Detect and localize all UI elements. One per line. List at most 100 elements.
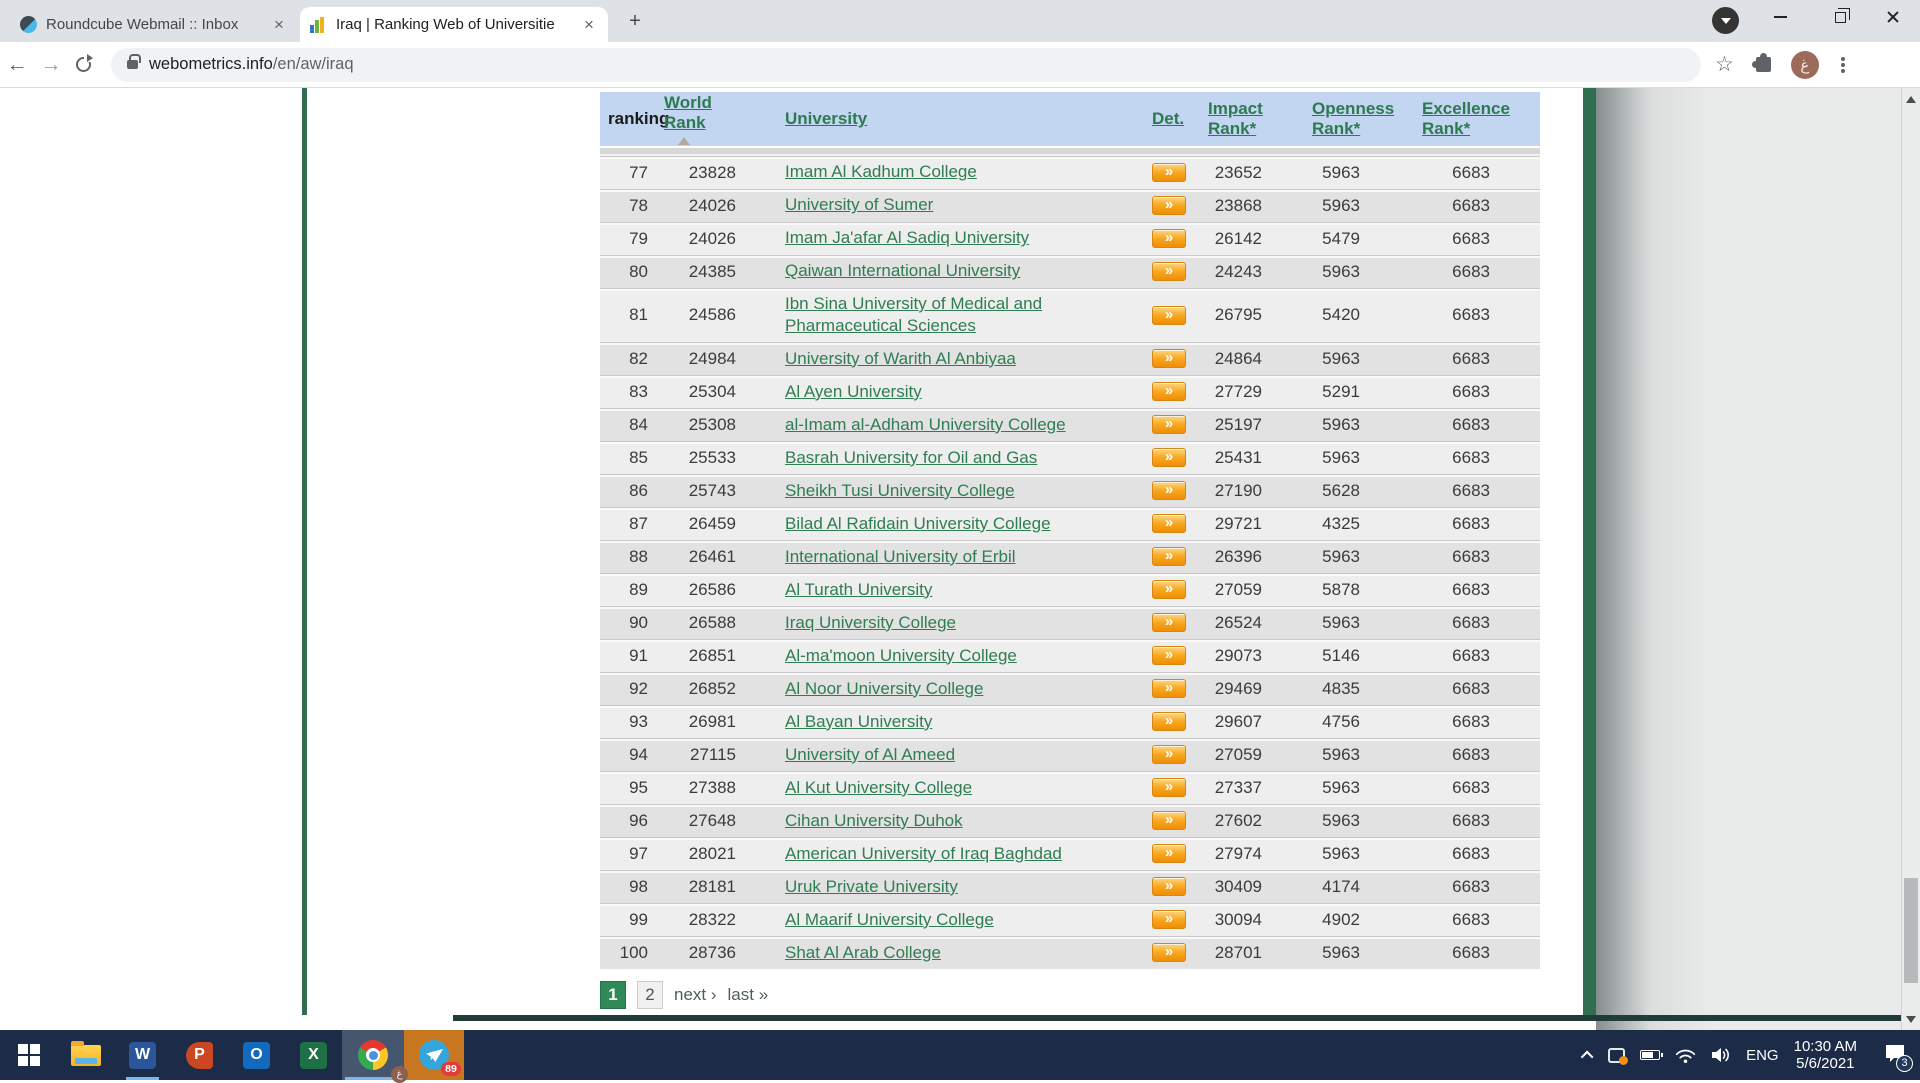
- university-link[interactable]: Al Ayen University: [785, 382, 922, 401]
- excel-button[interactable]: X: [285, 1030, 342, 1080]
- volume-button[interactable]: [1711, 1046, 1731, 1064]
- det-button[interactable]: »: [1152, 910, 1186, 929]
- university-link[interactable]: Cihan University Duhok: [785, 811, 963, 830]
- scrollbar-thumb[interactable]: [1904, 878, 1918, 983]
- header-excellence-rank[interactable]: Excellence Rank*: [1394, 99, 1540, 138]
- header-openness-rank[interactable]: Openness Rank*: [1294, 99, 1394, 138]
- det-button[interactable]: »: [1152, 349, 1186, 368]
- window-minimize-button[interactable]: [1755, 0, 1805, 34]
- university-link[interactable]: University of Al Ameed: [785, 745, 955, 764]
- browser-menu-icon[interactable]: [1841, 63, 1845, 67]
- det-button[interactable]: »: [1152, 943, 1186, 962]
- det-button[interactable]: »: [1152, 679, 1186, 698]
- university-link[interactable]: Shat Al Arab College: [785, 943, 941, 962]
- university-link[interactable]: Imam Al Kadhum College: [785, 162, 977, 181]
- telegram-button[interactable]: 89: [404, 1030, 464, 1080]
- det-button[interactable]: »: [1152, 163, 1186, 182]
- word-button[interactable]: W: [114, 1030, 171, 1080]
- university-link[interactable]: Imam Ja'afar Al Sadiq University: [785, 228, 1029, 247]
- header-university[interactable]: University: [750, 109, 1130, 129]
- university-link[interactable]: Al Noor University College: [785, 679, 983, 698]
- university-link[interactable]: Iraq University College: [785, 613, 956, 632]
- action-center-button[interactable]: 3: [1884, 1043, 1906, 1068]
- vertical-scrollbar[interactable]: [1901, 88, 1920, 1030]
- start-button[interactable]: [0, 1030, 57, 1080]
- wifi-button[interactable]: [1675, 1047, 1696, 1064]
- page-2-button[interactable]: 2: [637, 981, 663, 1009]
- university-link[interactable]: al-Imam al-Adham University College: [785, 415, 1066, 434]
- det-button[interactable]: »: [1152, 415, 1186, 434]
- det-button[interactable]: »: [1152, 844, 1186, 863]
- university-link[interactable]: University of Warith Al Anbiyaa: [785, 349, 1016, 368]
- det-button[interactable]: »: [1152, 778, 1186, 797]
- tab-roundcube[interactable]: Roundcube Webmail :: Inbox ×: [10, 7, 298, 42]
- impact-cell: 24864: [1202, 349, 1294, 369]
- university-link[interactable]: Al Turath University: [785, 580, 932, 599]
- header-impact-rank[interactable]: Impact Rank*: [1202, 99, 1294, 138]
- university-link[interactable]: Ibn Sina University of Medical and Pharm…: [785, 294, 1042, 335]
- forward-button[interactable]: →: [34, 53, 68, 77]
- battery-button[interactable]: [1640, 1050, 1660, 1060]
- outlook-button[interactable]: O: [228, 1030, 285, 1080]
- det-button[interactable]: »: [1152, 646, 1186, 665]
- tab-close-icon[interactable]: ×: [270, 16, 288, 34]
- det-button[interactable]: »: [1152, 712, 1186, 731]
- university-link[interactable]: Al Bayan University: [785, 712, 932, 731]
- university-link[interactable]: University of Sumer: [785, 195, 933, 214]
- det-button[interactable]: »: [1152, 196, 1186, 215]
- university-link[interactable]: Al Kut University College: [785, 778, 972, 797]
- window-close-button[interactable]: [1868, 0, 1918, 34]
- det-button[interactable]: »: [1152, 613, 1186, 632]
- header-world-rank[interactable]: World Rank: [662, 93, 750, 144]
- file-explorer-button[interactable]: [57, 1030, 114, 1080]
- det-button[interactable]: »: [1152, 481, 1186, 500]
- header-det[interactable]: Det.: [1130, 109, 1202, 129]
- next-page-link[interactable]: next ›: [674, 985, 717, 1005]
- tab-close-icon[interactable]: ×: [580, 16, 598, 34]
- det-button[interactable]: »: [1152, 229, 1186, 248]
- det-button[interactable]: »: [1152, 262, 1186, 281]
- scroll-down-arrow[interactable]: [1902, 1010, 1920, 1028]
- chrome-button-active[interactable]: غ: [342, 1030, 404, 1080]
- university-link[interactable]: Uruk Private University: [785, 877, 958, 896]
- det-button[interactable]: »: [1152, 514, 1186, 533]
- det-button[interactable]: »: [1152, 877, 1186, 896]
- university-link[interactable]: Bilad Al Rafidain University College: [785, 514, 1051, 533]
- wifi-icon: [1675, 1047, 1696, 1064]
- new-tab-button[interactable]: +: [622, 9, 648, 35]
- back-button[interactable]: ←: [0, 53, 34, 77]
- university-link[interactable]: Basrah University for Oil and Gas: [785, 448, 1037, 467]
- powerpoint-button[interactable]: P: [171, 1030, 228, 1080]
- impact-cell: 26795: [1202, 305, 1294, 325]
- det-button[interactable]: »: [1152, 547, 1186, 566]
- det-button[interactable]: »: [1152, 382, 1186, 401]
- university-link[interactable]: American University of Iraq Baghdad: [785, 844, 1062, 863]
- university-link[interactable]: Al-ma'moon University College: [785, 646, 1017, 665]
- profile-avatar[interactable]: غ: [1791, 51, 1819, 79]
- university-link[interactable]: International University of Erbil: [785, 547, 1016, 566]
- tab-webometrics[interactable]: Iraq | Ranking Web of Universitie ×: [300, 7, 608, 42]
- det-button[interactable]: »: [1152, 580, 1186, 599]
- tray-expand-button[interactable]: [1584, 1051, 1593, 1060]
- det-button[interactable]: »: [1152, 811, 1186, 830]
- university-link[interactable]: Sheikh Tusi University College: [785, 481, 1015, 500]
- bookmark-star-icon[interactable]: ☆: [1715, 52, 1734, 77]
- scroll-up-arrow[interactable]: [1902, 90, 1920, 108]
- det-button[interactable]: »: [1152, 306, 1186, 325]
- reload-button[interactable]: [76, 57, 91, 72]
- extensions-icon[interactable]: [1756, 57, 1771, 72]
- triangle-up-icon: [1906, 96, 1916, 103]
- speaker-icon: [1711, 1046, 1731, 1064]
- taskbar-clock[interactable]: 10:30 AM 5/6/2021: [1794, 1038, 1857, 1072]
- last-page-link[interactable]: last »: [728, 985, 769, 1005]
- telegram-badge: 89: [441, 1062, 461, 1076]
- university-link[interactable]: Al Maarif University College: [785, 910, 994, 929]
- teams-tray-button[interactable]: [1608, 1048, 1625, 1063]
- address-bar[interactable]: webometrics.info/en/aw/iraq: [111, 48, 1701, 82]
- det-button[interactable]: »: [1152, 745, 1186, 764]
- language-indicator[interactable]: ENG: [1746, 1047, 1779, 1064]
- det-button[interactable]: »: [1152, 448, 1186, 467]
- window-restore-button[interactable]: [1815, 0, 1865, 34]
- university-link[interactable]: Qaiwan International University: [785, 261, 1020, 280]
- media-control-button[interactable]: [1712, 7, 1739, 34]
